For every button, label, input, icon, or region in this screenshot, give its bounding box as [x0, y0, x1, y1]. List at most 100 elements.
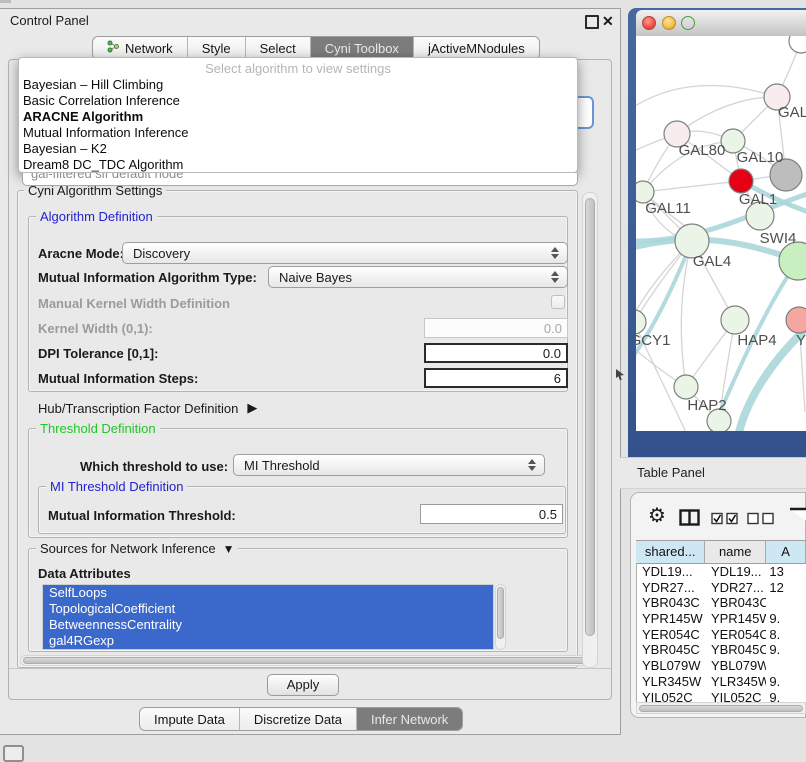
table-cell: 12 — [766, 580, 806, 596]
mouse-cursor — [615, 369, 625, 381]
network-node-gcy1[interactable] — [636, 310, 646, 334]
settings-vscrollbar[interactable] — [582, 192, 598, 668]
attribute-item-gal4rgexp[interactable]: gal4RGexp — [43, 633, 493, 649]
network-graph: GALGAL80GAL10GAL1GAL11SWI4GAL4GCY1HAP4YH… — [636, 36, 806, 431]
scrollbar-thumb[interactable] — [639, 705, 803, 712]
data-attributes-list: SelfLoopsTopologicalCoefficientBetweenne… — [42, 584, 494, 650]
column-header-name[interactable]: name — [705, 541, 766, 563]
scrollbar-thumb[interactable] — [23, 657, 587, 664]
table-cell: YIL052C — [706, 690, 766, 703]
table-cell: YBL079W — [637, 658, 706, 674]
tab-infer-network[interactable]: Infer Network — [356, 708, 462, 730]
tab-label: Network — [125, 41, 173, 56]
tab-jactivemnodules[interactable]: jActiveMNodules — [413, 37, 539, 59]
which-threshold-select[interactable]: MI Threshold — [233, 454, 545, 476]
network-node-y[interactable] — [786, 307, 806, 333]
tab-network[interactable]: Network — [93, 37, 187, 59]
attribute-item-selfloops[interactable]: SelfLoops — [43, 585, 493, 601]
aracne-mode-label: Aracne Mode: — [38, 246, 124, 261]
data-attributes-label: Data Attributes — [38, 566, 131, 581]
algorithm-option-mutual-information-inference[interactable]: Mutual Information Inference — [19, 125, 577, 141]
table-row[interactable]: YPR145WYPR145W9. — [637, 611, 806, 627]
tab-style[interactable]: Style — [187, 37, 245, 59]
network-node[interactable] — [789, 36, 806, 53]
table-row[interactable]: YLR345WYLR345W9. — [637, 674, 806, 690]
table-cell: YBR045C — [637, 642, 706, 658]
node-label-gcy1: GCY1 — [636, 332, 670, 349]
table-selector-combo-clipped[interactable]: gal-filtered sif default node — [22, 173, 578, 186]
mi-steps-label: Mutual Information Steps: — [38, 371, 198, 386]
aracne-mode-value: Discovery — [133, 246, 190, 261]
algorithm-dropdown-popup: Select algorithm to view settings Bayesi… — [18, 57, 578, 173]
attribute-list-scrollbar[interactable] — [495, 584, 506, 650]
unchecked-boxes-icon[interactable] — [747, 512, 774, 528]
aracne-mode-select[interactable]: Discovery — [122, 242, 568, 264]
hub-definition-label: Hub/Transcription Factor Definition — [38, 401, 238, 416]
tab-cyni-toolbox[interactable]: Cyni Toolbox — [310, 37, 413, 59]
close-icon[interactable]: ✕ — [602, 12, 618, 30]
mi-threshold-field[interactable]: 0.5 — [420, 504, 563, 524]
scrollbar-thumb[interactable] — [585, 198, 595, 636]
kernel-width-field: 0.0 — [424, 318, 568, 338]
attribute-item-topologicalcoefficient[interactable]: TopologicalCoefficient — [43, 601, 493, 617]
tab-discretize-data[interactable]: Discretize Data — [239, 708, 356, 730]
column-header-a[interactable]: A — [766, 541, 806, 563]
table-body: YDL19...YDL19...13YDR27...YDR27...12YBR0… — [636, 564, 806, 702]
table-row[interactable]: YBR043CYBR043C — [637, 595, 806, 611]
algorithm-list: Bayesian – Hill ClimbingBasic Correlatio… — [19, 77, 577, 173]
split-column-icon[interactable] — [679, 509, 700, 529]
table-cell: YPR145W — [706, 611, 766, 627]
partial-sheet-icon[interactable] — [788, 506, 806, 526]
scrollbar-thumb[interactable] — [497, 587, 504, 639]
network-node-hap4[interactable] — [721, 306, 749, 334]
gear-icon[interactable]: ⚙ — [648, 505, 666, 527]
node-label-gal: GAL — [778, 104, 806, 121]
table-row[interactable]: YDL19...YDL19...13 — [637, 564, 806, 580]
column-header-shared-[interactable]: shared... — [636, 541, 705, 563]
table-cell: YLR345W — [706, 674, 766, 690]
algorithm-option-basic-correlation-inference[interactable]: Basic Correlation Inference — [19, 93, 577, 109]
minimize-traffic-light-icon[interactable] — [662, 16, 676, 30]
table-cell: 8. — [766, 627, 806, 643]
kernel-width-label: Kernel Width (0,1): — [38, 321, 153, 336]
network-node[interactable] — [779, 242, 806, 280]
float-window-button[interactable] — [585, 15, 599, 29]
dpi-tolerance-field[interactable]: 0.0 — [424, 343, 568, 363]
algorithm-option-bayesian-k2[interactable]: Bayesian – K2 — [19, 141, 577, 157]
spinner-arrows-icon — [551, 271, 559, 283]
tab-select[interactable]: Select — [245, 37, 310, 59]
node-label-y: Y — [796, 332, 806, 349]
checked-boxes-icon[interactable] — [711, 512, 738, 528]
mi-algorithm-type-value: Naive Bayes — [279, 270, 352, 285]
algorithm-option-aracne-algorithm[interactable]: ARACNE Algorithm — [19, 109, 577, 125]
table-cell: YDR27... — [637, 580, 706, 596]
table-row[interactable]: YBL079WYBL079W — [637, 658, 806, 674]
network-edge — [636, 86, 777, 118]
table-cell: 9. — [766, 611, 806, 627]
network-node-hap2[interactable] — [674, 375, 698, 399]
algorithm-option-dream8-dc-tdc-algorithm[interactable]: Dream8 DC_TDC Algorithm — [19, 157, 577, 173]
zoom-traffic-light-icon[interactable] — [681, 16, 695, 30]
table-row[interactable]: YBR045CYBR045C9. — [637, 642, 806, 658]
attribute-item-betweennesscentrality[interactable]: BetweennessCentrality — [43, 617, 493, 633]
mi-steps-field[interactable]: 6 — [424, 368, 568, 388]
minimized-panel-icon[interactable] — [3, 745, 24, 762]
hub-definition-expander[interactable]: Hub/Transcription Factor Definition ▶ — [38, 400, 257, 416]
table-cell: YDR27... — [706, 580, 766, 596]
algorithm-option-bayesian-hill-climbing[interactable]: Bayesian – Hill Climbing — [19, 77, 577, 93]
manual-kernel-width-checkbox[interactable] — [551, 295, 565, 309]
tab-impute-data[interactable]: Impute Data — [140, 708, 239, 730]
table-cell: YBR043C — [637, 595, 706, 611]
apply-button[interactable]: Apply — [267, 674, 339, 696]
table-hscrollbar[interactable] — [636, 702, 806, 714]
settings-hscrollbar[interactable] — [20, 655, 590, 666]
sources-group-header[interactable]: Sources for Network Inference ▼ — [36, 542, 238, 556]
mi-algorithm-type-select[interactable]: Naive Bayes — [268, 266, 568, 288]
network-edge — [677, 97, 777, 134]
network-node-gal1[interactable] — [729, 169, 753, 193]
close-traffic-light-icon[interactable] — [642, 16, 656, 30]
table-row[interactable]: YER054CYER054C8. — [637, 627, 806, 643]
node-label-gal4: GAL4 — [693, 253, 731, 270]
table-row[interactable]: YDR27...YDR27...12 — [637, 580, 806, 596]
table-row[interactable]: YIL052CYIL052C9. — [637, 690, 806, 703]
